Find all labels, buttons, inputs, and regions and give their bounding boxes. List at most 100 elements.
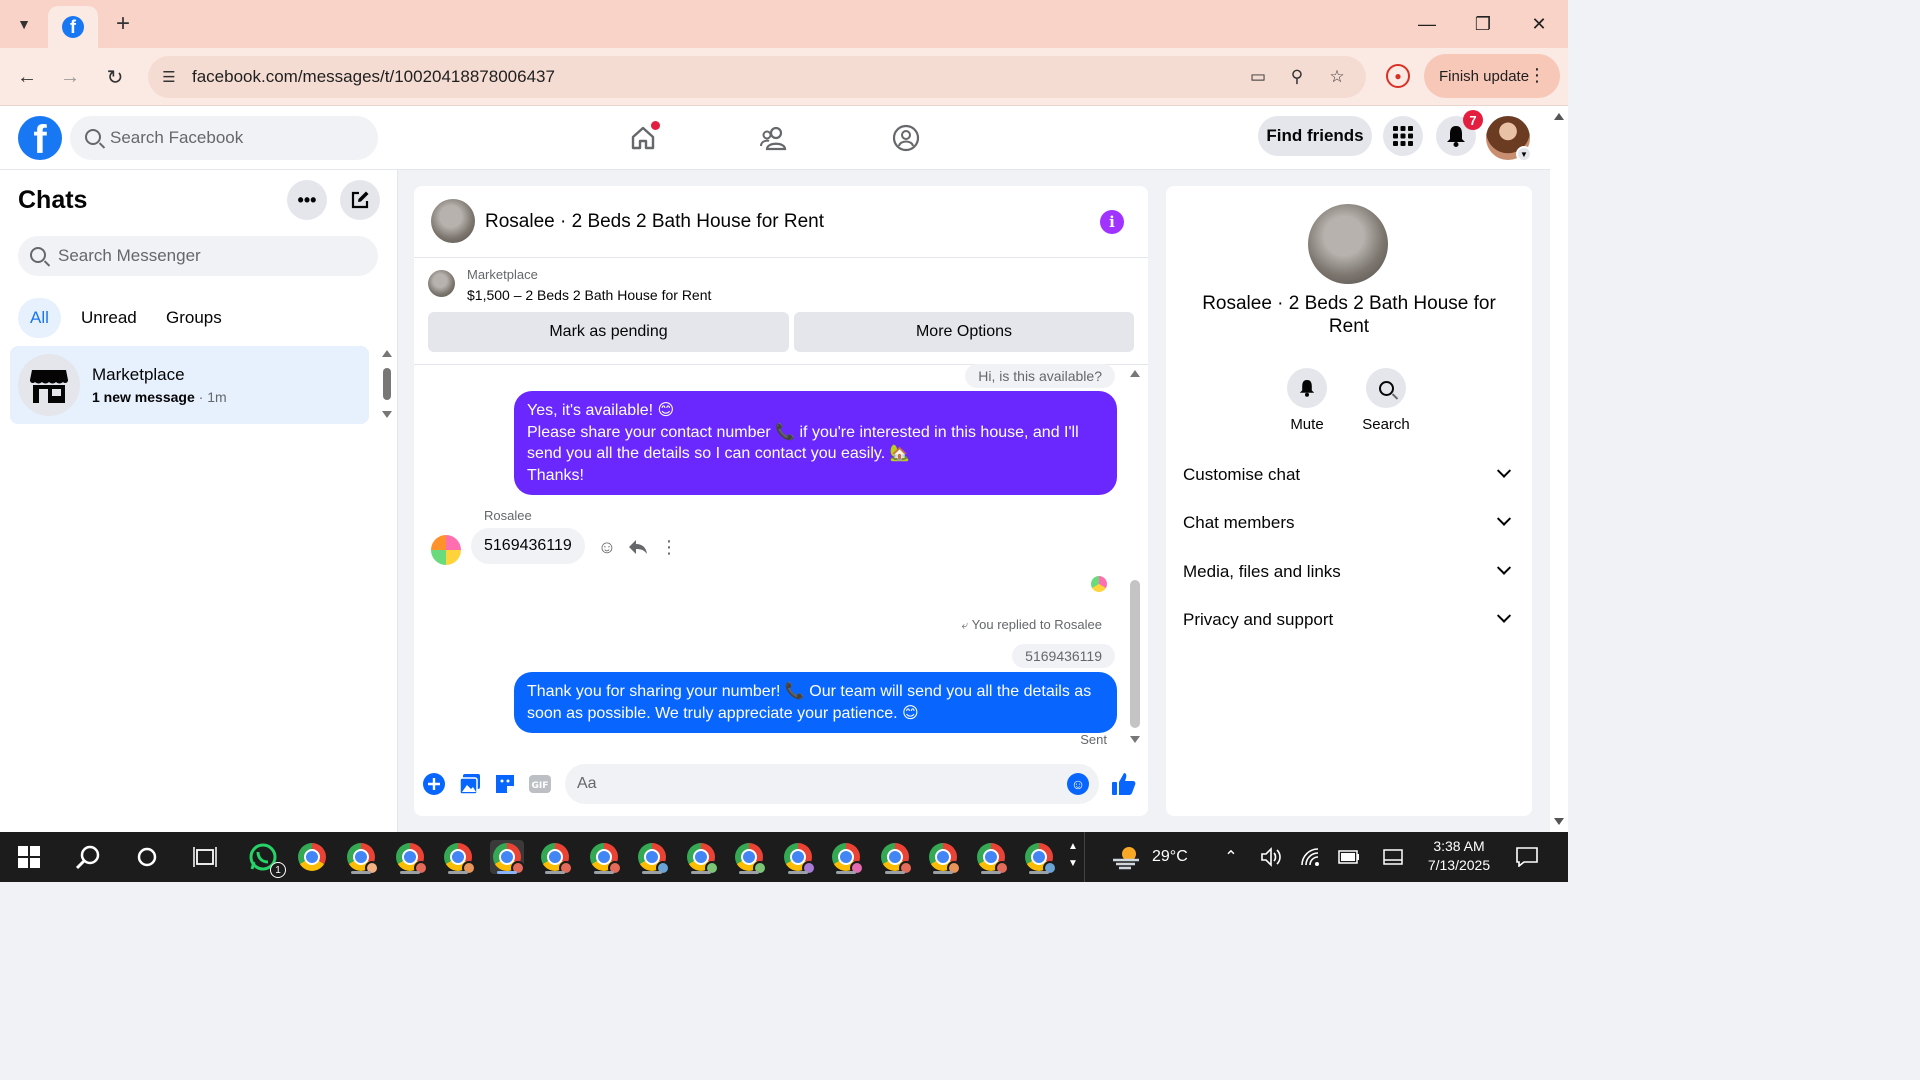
- nav-friends[interactable]: [724, 116, 824, 160]
- nav-home[interactable]: [593, 116, 693, 160]
- section-chat-members[interactable]: Chat members: [1183, 503, 1515, 543]
- outgoing-message-1[interactable]: Yes, it's available! 😊 Please share your…: [514, 391, 1117, 495]
- reload-icon[interactable]: ↻: [100, 62, 130, 92]
- filter-unread[interactable]: Unread: [69, 298, 149, 338]
- close-window-icon[interactable]: ✕: [1523, 8, 1555, 40]
- chrome-profile-taskbar-icon[interactable]: [684, 840, 719, 875]
- message-more-icon[interactable]: ⋮: [658, 536, 680, 558]
- listing-title[interactable]: $1,500 – 2 Beds 2 Bath House for Rent: [467, 287, 711, 303]
- section-customise-chat[interactable]: Customise chat: [1183, 455, 1515, 495]
- chrome-profile-taskbar-icon[interactable]: [587, 840, 622, 875]
- back-arrow-icon[interactable]: ←: [12, 62, 42, 92]
- section-media-files-links[interactable]: Media, files and links: [1183, 552, 1515, 592]
- chrome-profile-taskbar-icon[interactable]: [1022, 840, 1057, 875]
- chrome-taskbar-icon[interactable]: [295, 840, 329, 874]
- chat-options-button[interactable]: •••: [287, 180, 327, 220]
- zoom-icon[interactable]: ⚲: [1285, 65, 1309, 89]
- chat-list-item-marketplace[interactable]: Marketplace 1 new message · 1m: [10, 346, 369, 424]
- browser-tab-facebook[interactable]: f: [48, 6, 98, 48]
- nav-groups[interactable]: [856, 116, 956, 160]
- chrome-profile-taskbar-icon[interactable]: [974, 840, 1009, 875]
- chrome-profile-taskbar-icon[interactable]: [344, 840, 379, 875]
- system-tray-chevron-icon[interactable]: ⌃: [1214, 840, 1248, 874]
- weather-icon[interactable]: [1110, 840, 1144, 874]
- quoted-message[interactable]: Hi, is this available?: [965, 364, 1115, 388]
- filter-all[interactable]: All: [18, 298, 61, 338]
- listing-thumbnail: [428, 270, 455, 297]
- new-tab-button[interactable]: +: [110, 10, 136, 38]
- plus-circle-icon[interactable]: [422, 772, 446, 796]
- info-icon[interactable]: i: [1100, 210, 1124, 234]
- install-app-icon[interactable]: ▭: [1246, 65, 1270, 89]
- url-text[interactable]: facebook.com/messages/t/1002041887800643…: [192, 67, 555, 87]
- react-smiley-icon[interactable]: ☺: [596, 536, 618, 558]
- address-bar[interactable]: ☰ facebook.com/messages/t/10020418878006…: [148, 56, 1366, 98]
- quoted-number[interactable]: 5169436119: [1012, 644, 1115, 668]
- gif-icon[interactable]: GIF: [528, 772, 552, 796]
- filter-groups[interactable]: Groups: [154, 298, 234, 338]
- messenger-search-input[interactable]: Search Messenger: [18, 236, 378, 276]
- section-privacy-support[interactable]: Privacy and support: [1183, 600, 1515, 640]
- notification-center-icon[interactable]: [1510, 840, 1544, 874]
- menu-grid-button[interactable]: [1383, 116, 1423, 156]
- thumbs-up-icon[interactable]: [1110, 770, 1138, 798]
- find-friends-button[interactable]: Find friends: [1258, 116, 1372, 156]
- info-avatar[interactable]: [1308, 204, 1388, 284]
- browser-menu-icon[interactable]: ⋮: [1528, 64, 1546, 86]
- page-scrollbar[interactable]: [1550, 106, 1568, 832]
- chrome-profile-taskbar-icon[interactable]: [829, 840, 864, 875]
- emoji-smiley-icon[interactable]: ☺: [1067, 773, 1089, 795]
- taskbar-search-icon[interactable]: [71, 840, 105, 874]
- sticker-icon[interactable]: [493, 772, 517, 796]
- read-receipt-avatar: [1091, 576, 1107, 592]
- mark-as-pending-button[interactable]: Mark as pending: [428, 312, 789, 352]
- bookmark-star-icon[interactable]: ☆: [1325, 65, 1349, 89]
- taskbar-clock[interactable]: 3:38 AM 7/13/2025: [1414, 838, 1504, 873]
- facebook-search-input[interactable]: Search Facebook: [70, 116, 378, 160]
- forward-arrow-icon[interactable]: →: [55, 62, 85, 92]
- chrome-profile-taskbar-icon[interactable]: [781, 840, 816, 875]
- tab-search-chevron-icon[interactable]: ▼: [10, 10, 38, 38]
- keyboard-layout-icon[interactable]: [1376, 840, 1410, 874]
- task-view-icon[interactable]: [188, 840, 222, 874]
- conversation-title[interactable]: Rosalee · 2 Beds 2 Bath House for Rent: [485, 211, 824, 233]
- chrome-profile-taskbar-icon[interactable]: [926, 840, 961, 875]
- chrome-profile-taskbar-icon[interactable]: [538, 840, 573, 875]
- chrome-icon: [444, 843, 476, 875]
- restore-icon[interactable]: ❐: [1467, 8, 1499, 40]
- weather-temperature[interactable]: 29°C: [1152, 848, 1188, 866]
- sender-avatar[interactable]: [431, 535, 461, 565]
- photo-gallery-icon[interactable]: [458, 772, 482, 796]
- new-message-button[interactable]: [340, 180, 380, 220]
- section-label: Privacy and support: [1183, 610, 1334, 629]
- cortana-icon[interactable]: [130, 840, 164, 874]
- account-chevron-down-icon[interactable]: ▼: [1516, 146, 1532, 162]
- message-input[interactable]: Aa ☺: [565, 764, 1099, 804]
- browser-profile-icon[interactable]: ●: [1386, 64, 1410, 88]
- chrome-profile-taskbar-icon[interactable]: [878, 840, 913, 875]
- battery-icon[interactable]: [1332, 840, 1366, 874]
- taskbar-overflow-chevrons-icon[interactable]: ▲ ▼: [1066, 838, 1080, 876]
- contact-avatar[interactable]: [431, 199, 475, 243]
- more-options-button[interactable]: More Options: [794, 312, 1134, 352]
- outgoing-message-2[interactable]: Thank you for sharing your number! 📞 Our…: [514, 672, 1117, 733]
- finish-update-button[interactable]: Finish update ⋮: [1424, 54, 1560, 98]
- chrome-profile-taskbar-icon[interactable]: [732, 840, 767, 875]
- chrome-profile-taskbar-icon[interactable]: [393, 840, 428, 875]
- chat-preview-text: 1 new message: [92, 389, 195, 405]
- reply-arrow-icon[interactable]: [627, 536, 649, 558]
- whatsapp-icon[interactable]: 1: [246, 840, 286, 878]
- chrome-profile-taskbar-icon[interactable]: [635, 840, 670, 875]
- facebook-logo-icon[interactable]: f: [18, 116, 62, 160]
- incoming-message[interactable]: 5169436119: [471, 528, 585, 564]
- chats-scrollbar[interactable]: [381, 350, 393, 420]
- mute-button[interactable]: Mute: [1272, 368, 1342, 433]
- site-settings-icon[interactable]: ☰: [158, 66, 180, 88]
- chrome-profile-taskbar-icon-active[interactable]: [490, 840, 525, 875]
- volume-icon[interactable]: [1254, 840, 1288, 874]
- chrome-profile-taskbar-icon[interactable]: [441, 840, 476, 875]
- minimize-icon[interactable]: —: [1411, 8, 1443, 40]
- windows-start-icon[interactable]: [12, 840, 46, 874]
- search-in-chat-button[interactable]: Search: [1351, 368, 1421, 433]
- wifi-icon[interactable]: [1294, 840, 1328, 874]
